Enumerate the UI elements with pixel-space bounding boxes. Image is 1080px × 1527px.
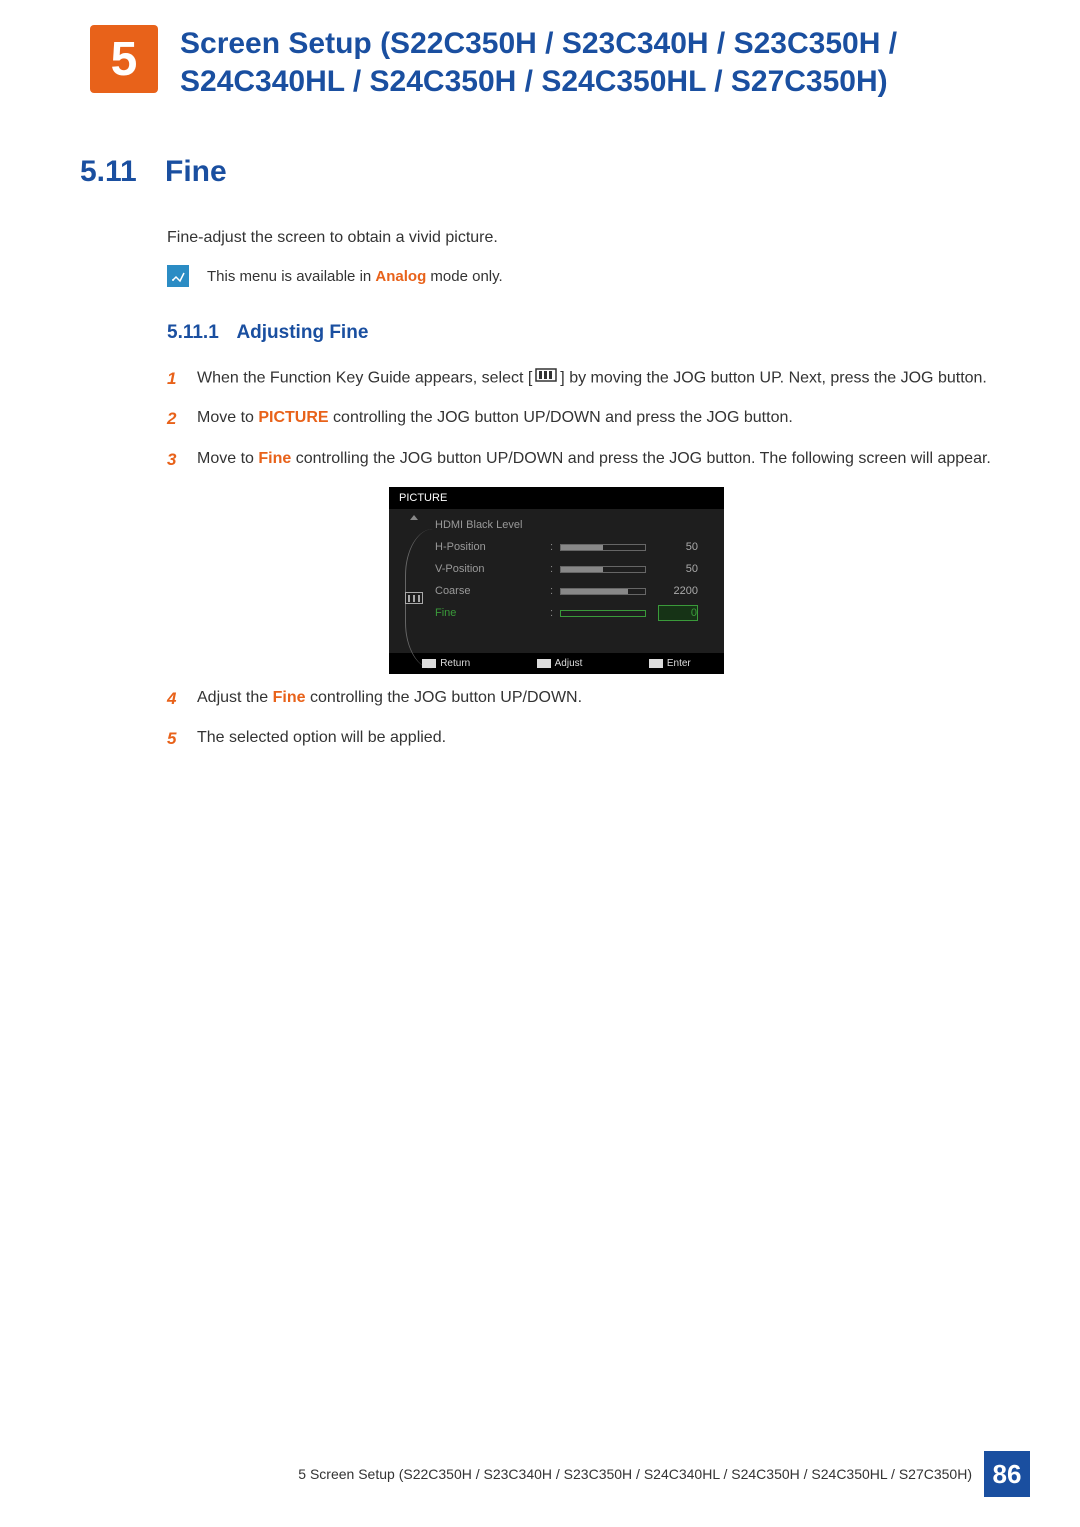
page-header: 5 Screen Setup (S22C350H / S23C340H / S2…	[0, 0, 1080, 100]
note-icon	[167, 265, 189, 287]
osd-colon: :	[550, 607, 560, 619]
step-list: 1 When the Function Key Guide appears, s…	[167, 366, 1080, 753]
osd-slider	[560, 544, 646, 551]
picture-category-icon	[405, 592, 423, 604]
osd-enter-label: Enter	[667, 658, 691, 669]
osd-label: Fine	[435, 607, 550, 619]
osd-side	[399, 515, 429, 625]
chapter-badge: 5	[90, 25, 158, 93]
step-1-text-b: ] by moving the JOG button UP. Next, pre…	[560, 370, 987, 387]
osd-row-hdmi: HDMI Black Level	[435, 515, 714, 535]
step-number: 2	[167, 406, 197, 432]
step-3-text-a: Move to	[197, 450, 258, 467]
arrow-up-icon	[410, 515, 418, 520]
osd-label: H-Position	[435, 541, 550, 553]
osd-adjust-label: Adjust	[555, 658, 583, 669]
note-suffix: mode only.	[426, 268, 502, 285]
osd-body: HDMI Black Level H-Position : 50 V-Posit…	[389, 509, 724, 653]
step-4-text-b: controlling the JOG button UP/DOWN.	[306, 689, 583, 706]
step-1: 1 When the Function Key Guide appears, s…	[167, 366, 1080, 392]
step-body: The selected option will be applied.	[197, 726, 1080, 752]
osd-footer: Return Adjust Enter	[389, 653, 724, 674]
menu-icon	[535, 366, 557, 391]
step-4-text-a: Adjust the	[197, 689, 273, 706]
osd-value: 0	[658, 605, 698, 621]
osd-row-hposition: H-Position : 50	[435, 537, 714, 557]
osd-value: 50	[658, 541, 698, 553]
osd-colon: :	[550, 563, 560, 575]
osd-label: V-Position	[435, 563, 550, 575]
note-prefix: This menu is available in	[207, 268, 375, 285]
section-heading: 5.11 Fine	[80, 155, 1080, 189]
osd-row-coarse: Coarse : 2200	[435, 581, 714, 601]
step-4: 4 Adjust the Fine controlling the JOG bu…	[167, 686, 1080, 712]
osd-label: Coarse	[435, 585, 550, 597]
step-3-text-b: controlling the JOG button UP/DOWN and p…	[291, 450, 991, 467]
osd-title: PICTURE	[389, 487, 724, 509]
osd-adjust: Adjust	[537, 658, 583, 669]
note-mode: Analog	[375, 268, 426, 285]
subsection: 5.11.1 Adjusting Fine 1 When the Functio…	[167, 322, 1080, 753]
osd-rows: HDMI Black Level H-Position : 50 V-Posit…	[435, 515, 714, 625]
return-icon	[422, 659, 436, 668]
osd-row-fine-selected: Fine : 0	[435, 603, 714, 623]
step-number: 1	[167, 366, 197, 392]
step-5: 5 The selected option will be applied.	[167, 726, 1080, 752]
step-body: When the Function Key Guide appears, sel…	[197, 366, 1080, 392]
section-number: 5.11	[80, 155, 165, 189]
step-2: 2 Move to PICTURE controlling the JOG bu…	[167, 406, 1080, 432]
step-number: 3	[167, 447, 197, 473]
osd-colon: :	[550, 585, 560, 597]
step-number: 4	[167, 686, 197, 712]
step-number: 5	[167, 726, 197, 752]
osd-row-vposition: V-Position : 50	[435, 559, 714, 579]
osd-return: Return	[422, 658, 470, 669]
step-1-text-a: When the Function Key Guide appears, sel…	[197, 370, 532, 387]
note-row: This menu is available in Analog mode on…	[167, 265, 1080, 287]
osd-slider	[560, 566, 646, 573]
step-4-keyword: Fine	[273, 689, 306, 706]
osd-enter: Enter	[649, 658, 691, 669]
step-2-keyword: PICTURE	[258, 409, 328, 426]
osd-value: 2200	[658, 585, 698, 597]
section-title: Fine	[165, 155, 227, 189]
note-text: This menu is available in Analog mode on…	[207, 268, 503, 285]
osd-value: 50	[658, 563, 698, 575]
step-2-text-a: Move to	[197, 409, 258, 426]
subsection-title: Adjusting Fine	[236, 322, 368, 343]
footer-text: 5 Screen Setup (S22C350H / S23C340H / S2…	[298, 1466, 972, 1482]
adjust-icon	[537, 659, 551, 668]
osd-slider	[560, 610, 646, 617]
page-number: 86	[984, 1451, 1030, 1497]
subsection-number: 5.11.1	[167, 322, 232, 344]
osd-colon: :	[550, 541, 560, 553]
osd-label: HDMI Black Level	[435, 519, 550, 531]
step-3: 3 Move to Fine controlling the JOG butto…	[167, 447, 1080, 473]
osd-slider	[560, 588, 646, 595]
step-3-keyword: Fine	[258, 450, 291, 467]
section-intro: Fine-adjust the screen to obtain a vivid…	[167, 229, 1080, 247]
page-footer: 5 Screen Setup (S22C350H / S23C340H / S2…	[298, 1451, 1030, 1497]
step-body: Move to PICTURE controlling the JOG butt…	[197, 406, 1080, 432]
chapter-title: Screen Setup (S22C350H / S23C340H / S23C…	[180, 25, 1030, 100]
osd-preview: PICTURE HDMI Black Level H-Position : 5	[389, 487, 724, 674]
step-body: Move to Fine controlling the JOG button …	[197, 447, 1080, 473]
step-2-text-b: controlling the JOG button UP/DOWN and p…	[329, 409, 793, 426]
osd-return-label: Return	[440, 658, 470, 669]
step-body: Adjust the Fine controlling the JOG butt…	[197, 686, 1080, 712]
enter-icon	[649, 659, 663, 668]
